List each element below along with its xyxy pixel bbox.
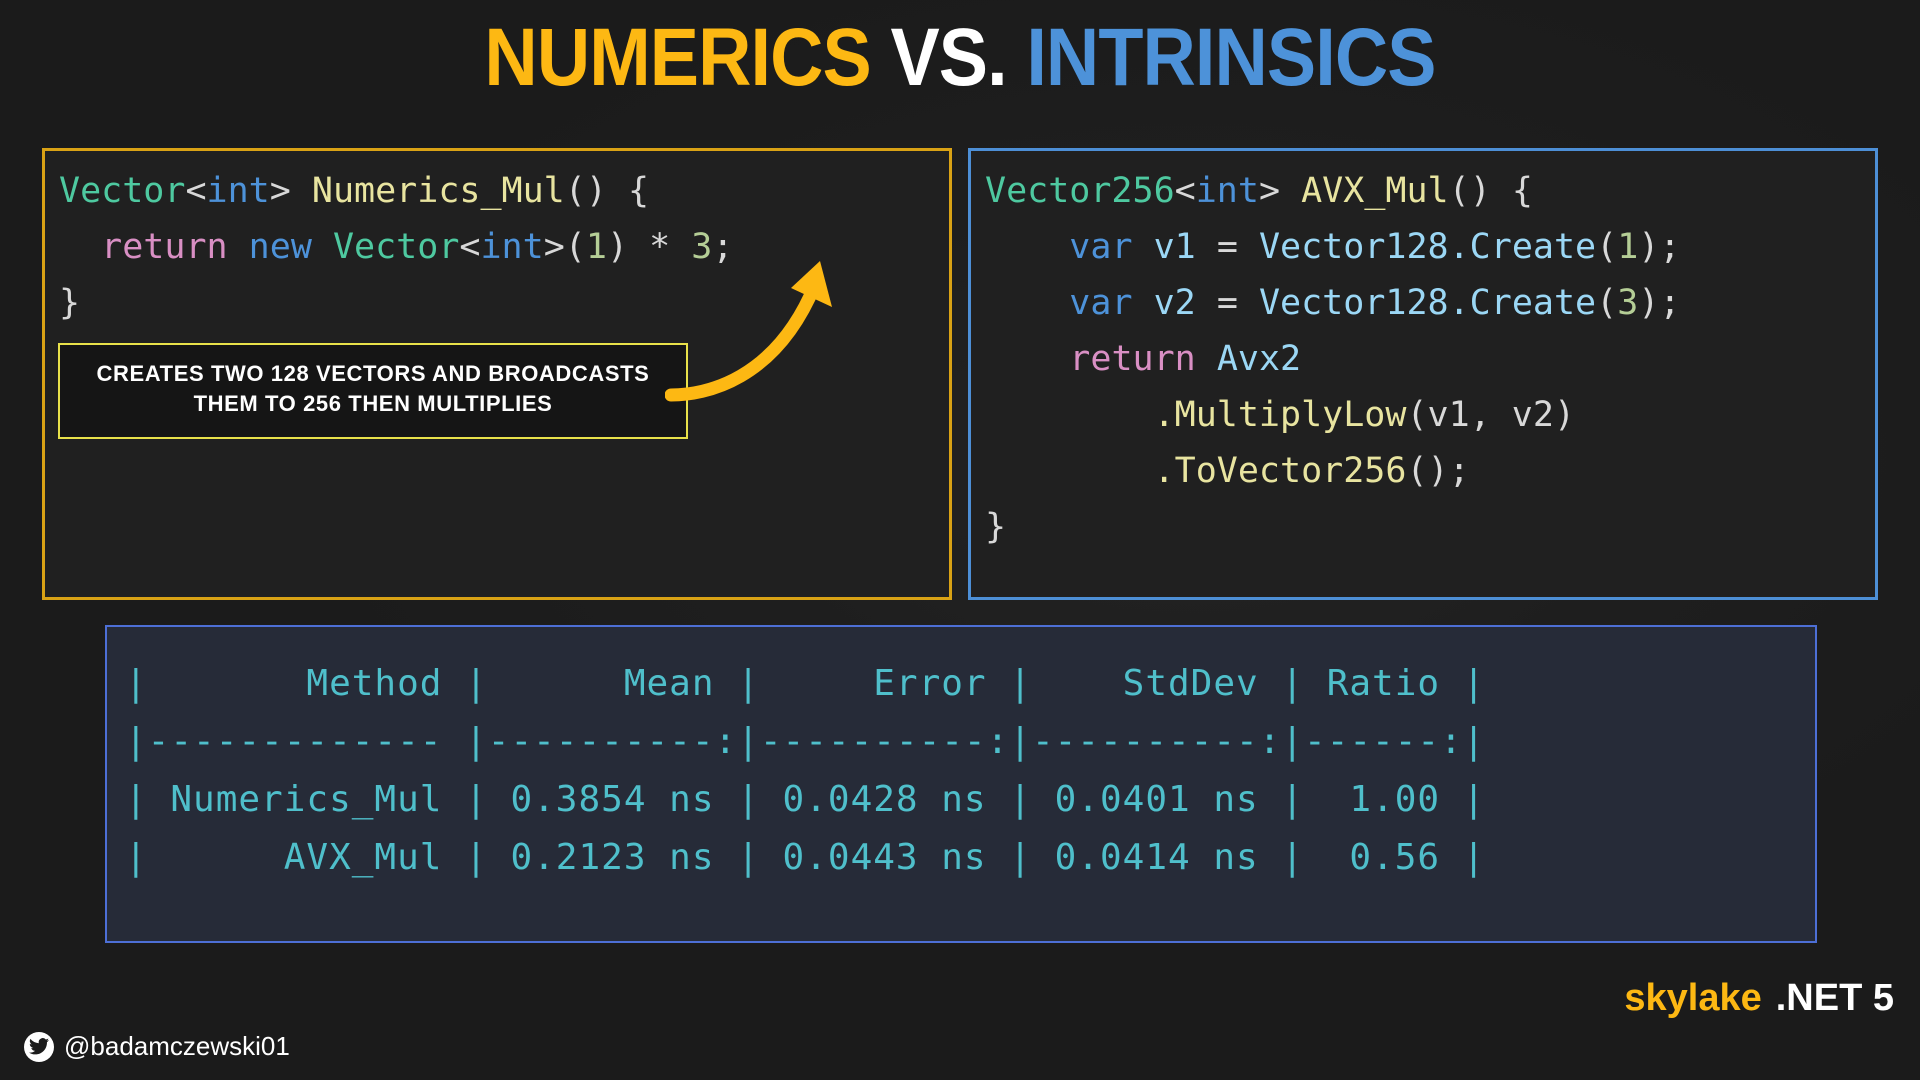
- right-l1-lt: <: [1174, 171, 1196, 211]
- cpu-architecture-label: skylake: [1624, 977, 1762, 1019]
- twitter-handle[interactable]: @badamczewski01: [24, 1031, 290, 1062]
- right-l3-call: Vector128.Create: [1258, 283, 1597, 323]
- left-l1-tail: () {: [564, 171, 650, 211]
- right-l1-fnname: AVX_Mul: [1301, 171, 1449, 211]
- left-l1-fnname: Numerics_Mul: [311, 171, 565, 211]
- right-l6-indent: [985, 451, 1154, 491]
- right-l3-eq: =: [1195, 283, 1259, 323]
- left-l2-sp2: [312, 227, 333, 267]
- left-l2-num1: 1: [585, 227, 607, 267]
- left-l2-close: ): [606, 227, 629, 267]
- avx-code-panel: Vector256<int> AVX_Mul() { var v1 = Vect…: [968, 148, 1878, 600]
- right-l4-indent: [985, 339, 1069, 379]
- callout-annotation: CREATES TWO 128 VECTORS AND BROADCASTS T…: [58, 343, 688, 439]
- right-l1-type: Vector256: [985, 171, 1175, 211]
- title-part-intrinsics: INTRINSICS: [1026, 12, 1436, 103]
- left-l1-lt: <: [185, 171, 207, 211]
- left-l2-return: return: [101, 227, 228, 267]
- right-l3-indent: [985, 283, 1069, 323]
- right-l2-call: Vector128.Create: [1258, 227, 1597, 267]
- left-l1-gt: >: [269, 171, 291, 211]
- right-l5-method: .MultiplyLow: [1153, 395, 1407, 435]
- left-l3-closebrace: }: [59, 283, 81, 323]
- left-l2-operator: *: [628, 227, 692, 267]
- left-l1-generic: int: [206, 171, 270, 211]
- footer-meta: skylake .NET 5: [1624, 977, 1894, 1020]
- right-l2-varname: v1: [1153, 227, 1196, 267]
- left-l2-generic: int: [480, 227, 544, 267]
- left-l2-new: new: [248, 227, 312, 267]
- right-l3-close: );: [1638, 283, 1681, 323]
- right-l6-args: ();: [1406, 451, 1470, 491]
- right-l5-args: (v1, v2): [1406, 395, 1576, 435]
- left-l2-open: (: [564, 227, 586, 267]
- right-l3-open: (: [1596, 283, 1618, 323]
- right-l4-class: Avx2: [1216, 339, 1302, 379]
- left-l2-indent: [59, 227, 101, 267]
- left-l2-lt: <: [459, 227, 481, 267]
- right-l1-tail: () {: [1448, 171, 1533, 211]
- right-l2-num: 1: [1617, 227, 1639, 267]
- right-l3-varname: v2: [1153, 283, 1196, 323]
- right-l2-close: );: [1638, 227, 1681, 267]
- right-l1-generic: int: [1195, 171, 1259, 211]
- right-l6-method: .ToVector256: [1153, 451, 1407, 491]
- page-title: NUMERICS VS. INTRINSICS: [96, 10, 1824, 106]
- right-l3-num: 3: [1617, 283, 1639, 323]
- left-l2-semicolon: ;: [712, 227, 734, 267]
- right-l2-var: var: [1069, 227, 1133, 267]
- dotnet-version-label: .NET 5: [1775, 977, 1894, 1019]
- title-part-numerics: NUMERICS: [484, 12, 871, 103]
- left-l2-type: Vector: [332, 227, 460, 267]
- right-l2-sp: [1133, 227, 1154, 267]
- right-l3-var: var: [1069, 283, 1133, 323]
- right-l1-space: [1280, 171, 1301, 211]
- left-l2-sp1: [228, 227, 249, 267]
- right-l7-closebrace: }: [985, 507, 1007, 547]
- right-l4-sp: [1196, 339, 1217, 379]
- left-l1-space: [291, 171, 312, 211]
- right-l4-return: return: [1069, 339, 1196, 379]
- twitter-bird-icon: [24, 1031, 54, 1062]
- left-l1-type: Vector: [59, 171, 186, 211]
- left-l2-gt: >: [543, 227, 565, 267]
- right-l1-gt: >: [1258, 171, 1281, 211]
- right-l2-eq: =: [1195, 227, 1259, 267]
- twitter-handle-label: @badamczewski01: [64, 1031, 290, 1061]
- right-l2-open: (: [1596, 227, 1618, 267]
- right-l2-indent: [985, 227, 1069, 267]
- title-part-vs: VS.: [890, 12, 1007, 103]
- benchmark-results-table: | Method | Mean | Error | StdDev | Ratio…: [105, 625, 1817, 943]
- right-l5-indent: [985, 395, 1154, 435]
- left-l2-num2: 3: [691, 227, 713, 267]
- right-l3-sp: [1133, 283, 1154, 323]
